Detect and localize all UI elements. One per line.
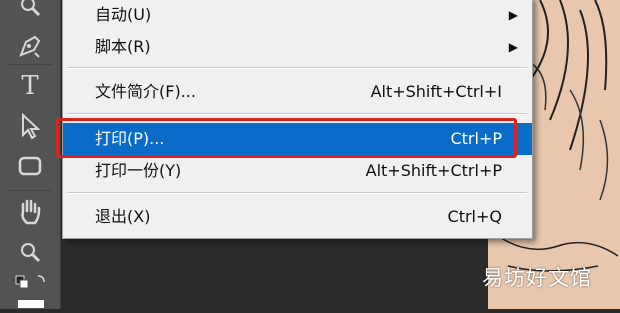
menu-separator — [67, 113, 527, 115]
menu-item-label: 脚本(R) — [95, 37, 151, 56]
submenu-arrow-icon: ▶ — [508, 8, 518, 22]
menu-separator — [67, 192, 527, 194]
annotation-highlight-box — [56, 118, 517, 158]
default-colors-icon[interactable] — [0, 268, 60, 308]
menu-item-label: 退出(X) — [95, 207, 151, 226]
toolbar-divider — [8, 64, 52, 65]
menu-item-label: 自动(U) — [95, 5, 152, 24]
zoom-tool-icon[interactable] — [0, 232, 60, 272]
menu-item-label: 文件简介(F)... — [95, 82, 196, 101]
zoom-icon[interactable] — [0, 0, 60, 26]
menu-item-scripts[interactable]: 脚本(R) ▶ — [63, 31, 532, 63]
rectangle-tool-icon[interactable] — [0, 146, 60, 186]
hand-tool-icon[interactable] — [0, 192, 60, 232]
menu-item-shortcut: Alt+Shift+Ctrl+I — [370, 82, 502, 101]
menu-item-label: 打印一份(Y) — [95, 161, 182, 180]
toolbar-divider — [8, 190, 52, 191]
submenu-arrow-icon: ▶ — [508, 40, 518, 54]
pen-tool-icon[interactable] — [0, 26, 60, 66]
menu-item-print-one-copy[interactable]: 打印一份(Y) Alt+Shift+Ctrl+P — [63, 155, 532, 187]
watermark-text: 易坊好文馆 — [482, 266, 592, 290]
menu-item-file-info[interactable]: 文件简介(F)... Alt+Shift+Ctrl+I — [63, 76, 532, 108]
menu-separator — [67, 67, 527, 69]
type-tool-glyph: T — [21, 71, 39, 101]
path-selection-icon[interactable] — [0, 106, 60, 146]
menu-item-shortcut: Ctrl+Q — [447, 207, 502, 226]
tools-panel: T — [0, 0, 61, 309]
menu-item-automate[interactable]: 自动(U) ▶ — [63, 0, 532, 31]
menu-item-exit[interactable]: 退出(X) Ctrl+Q — [63, 201, 532, 233]
menu-item-shortcut: Alt+Shift+Ctrl+P — [365, 161, 502, 180]
type-tool-icon[interactable]: T — [0, 66, 60, 106]
